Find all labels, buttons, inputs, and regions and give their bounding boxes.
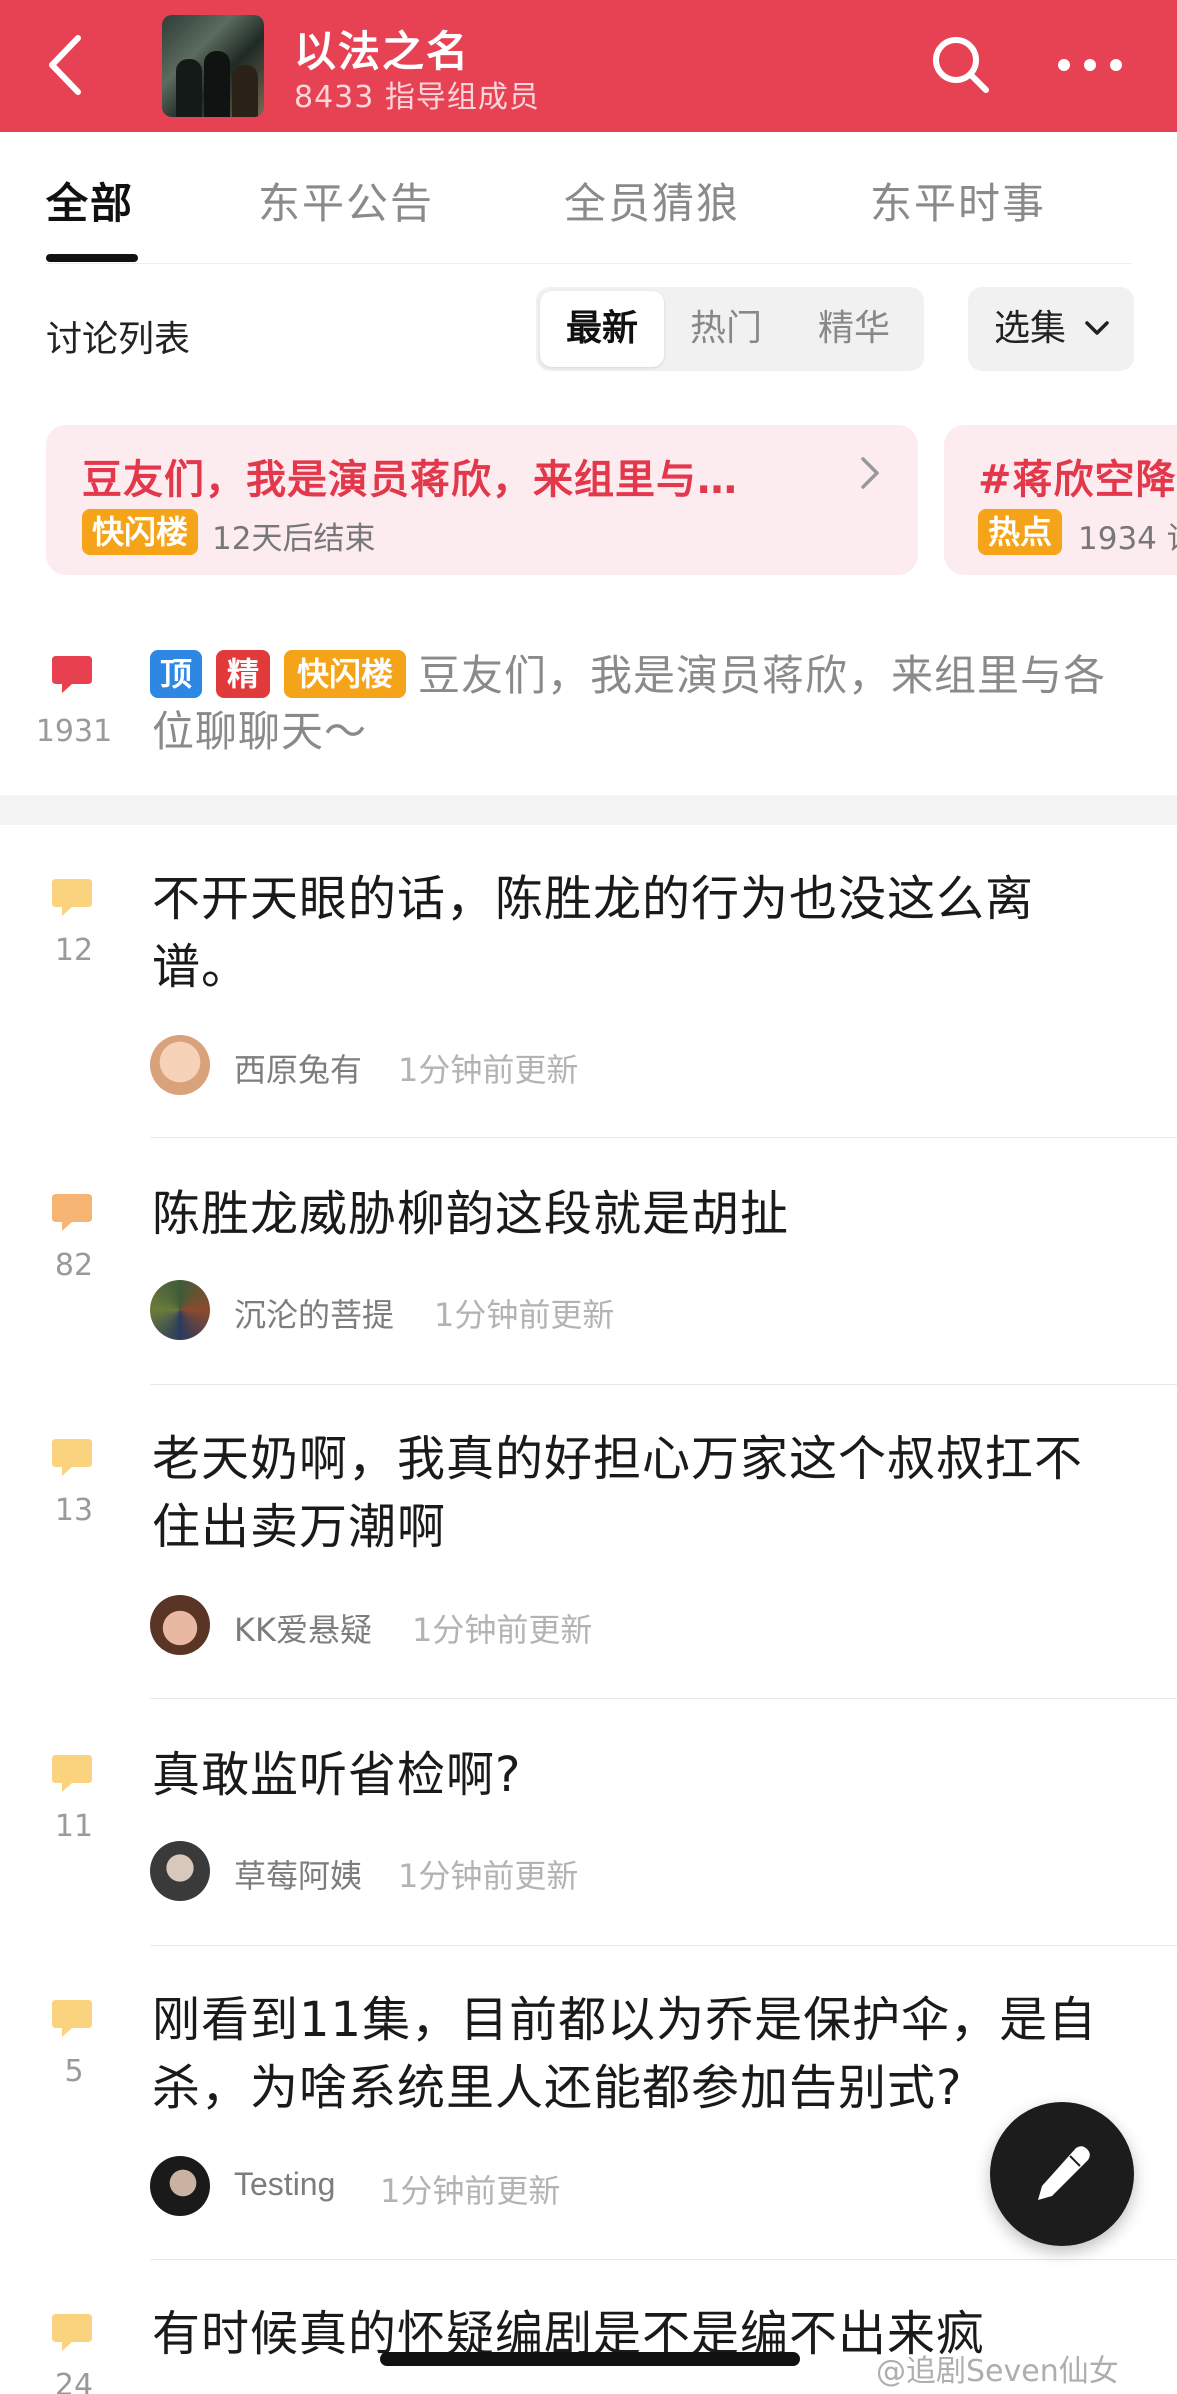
list-item[interactable]: 13 老天奶啊，我真的好担心万家这个叔叔扛不住出卖万潮啊 KK爱悬疑 1分钟前更…	[0, 1385, 1177, 1699]
tab-guess-wolf[interactable]: 全员猜狼	[564, 170, 740, 231]
group-avatar[interactable]	[162, 15, 264, 117]
comment-count: 5	[64, 2054, 84, 2089]
category-tabs: 全部 东平公告 全员猜狼 东平时事	[0, 132, 1177, 264]
pinned-post[interactable]: 1931 顶 精 快闪楼 豆友们，我是演员蒋欣，来组里与各位聊聊天～	[0, 620, 1177, 795]
author-name[interactable]: KK爱悬疑	[234, 1605, 372, 1651]
pinned-post-title: 豆友们，我是演员蒋欣，来组里与各位聊聊天～	[152, 651, 1107, 756]
banner-title: 豆友们，我是演员蒋欣，来组里与…	[82, 457, 738, 503]
update-time: 1分钟前更新	[434, 1296, 615, 1334]
comment-bubble-icon	[52, 1755, 92, 1792]
flash-thread-tag: 快闪楼	[82, 509, 199, 555]
comment-count: 11	[54, 1809, 94, 1844]
sort-segmented-control: 最新 热门 精华	[536, 287, 924, 371]
tab-all[interactable]: 全部	[46, 170, 134, 231]
hot-tag: 热点	[978, 509, 1063, 555]
update-time: 1分钟前更新	[412, 1611, 593, 1649]
banner-title: #蒋欣空降	[978, 457, 1177, 503]
avatar[interactable]	[150, 1595, 210, 1655]
watermark-text: @追剧Seven仙女	[876, 2354, 1119, 2389]
tab-announcements[interactable]: 东平公告	[258, 170, 434, 231]
hot-topic-banner[interactable]: #蒋欣空降 热点 1934 讨	[944, 425, 1177, 575]
post-title: 陈胜龙威胁柳韵这段就是胡扯	[152, 1186, 790, 1242]
update-time: 1分钟前更新	[380, 2172, 561, 2210]
section-separator	[0, 795, 1177, 825]
author-name[interactable]: 西原兔有	[234, 1045, 362, 1091]
post-title: 不开天眼的话，陈胜龙的行为也没这么离谱。	[152, 871, 1035, 995]
list-item[interactable]: 12 不开天眼的话，陈胜龙的行为也没这么离谱。 西原兔有 1分钟前更新	[0, 825, 1177, 1138]
group-title: 以法之名	[294, 27, 471, 76]
search-icon[interactable]	[930, 34, 992, 96]
episode-select[interactable]: 选集	[968, 287, 1134, 371]
active-tab-indicator	[46, 254, 138, 262]
chevron-down-icon	[1085, 321, 1109, 335]
comment-bubble-icon	[52, 879, 92, 916]
comment-count: 12	[54, 933, 94, 968]
pen-icon	[1038, 2146, 1090, 2200]
discussion-list-label: 讨论列表	[46, 319, 191, 360]
post-title: 刚看到11集，目前都以为乔是保护伞，是自杀，为啥系统里人还能都参加告别式?	[152, 1992, 1098, 2116]
comment-bubble-icon	[52, 2314, 92, 2351]
tab-current-affairs[interactable]: 东平时事	[870, 170, 1046, 231]
group-header: 以法之名 8433 指导组成员	[0, 0, 1177, 132]
sort-featured[interactable]: 精华	[794, 287, 914, 371]
avatar[interactable]	[150, 1841, 210, 1901]
author-name[interactable]: Testing	[234, 2166, 335, 2203]
comment-bubble-icon	[52, 1439, 92, 1476]
post-title: 真敢监听省检啊?	[152, 1747, 522, 1803]
episode-select-label: 选集	[994, 308, 1067, 349]
comment-bubble-icon	[52, 656, 92, 693]
home-indicator	[380, 2352, 800, 2366]
comment-count: 82	[54, 1248, 94, 1283]
comment-bubble-icon	[52, 1194, 92, 1231]
more-horizontal-icon[interactable]	[1055, 50, 1125, 80]
event-banner[interactable]: 豆友们，我是演员蒋欣，来组里与… 快闪楼 12天后结束	[46, 425, 918, 575]
member-count: 8433 指导组成员	[294, 80, 540, 115]
tabs-divider	[46, 263, 1131, 264]
list-item[interactable]: 11 真敢监听省检啊? 草莓阿姨 1分钟前更新	[0, 1699, 1177, 1946]
sort-hot[interactable]: 热门	[666, 287, 786, 371]
chevron-left-icon[interactable]	[42, 32, 92, 98]
author-name[interactable]: 草莓阿姨	[234, 1851, 362, 1897]
avatar[interactable]	[150, 1035, 210, 1095]
comment-count: 24	[54, 2368, 94, 2394]
avatar[interactable]	[150, 2156, 210, 2216]
banner-meta: 1934 讨	[1078, 521, 1177, 557]
chevron-right-icon	[861, 457, 879, 489]
comment-count: 1931	[35, 714, 113, 749]
avatar[interactable]	[150, 1280, 210, 1340]
list-item[interactable]: 82 陈胜龙威胁柳韵这段就是胡扯 沉沦的菩提 1分钟前更新	[0, 1138, 1177, 1385]
update-time: 1分钟前更新	[398, 1857, 579, 1895]
post-title: 老天奶啊，我真的好担心万家这个叔叔扛不住出卖万潮啊	[152, 1431, 1084, 1555]
sort-latest[interactable]: 最新	[540, 291, 664, 367]
comment-bubble-icon	[52, 2000, 92, 2037]
compose-button[interactable]	[990, 2102, 1134, 2246]
comment-count: 13	[54, 1493, 94, 1528]
banner-meta: 12天后结束	[212, 521, 376, 557]
author-name[interactable]: 沉沦的菩提	[234, 1290, 394, 1336]
update-time: 1分钟前更新	[398, 1051, 579, 1089]
